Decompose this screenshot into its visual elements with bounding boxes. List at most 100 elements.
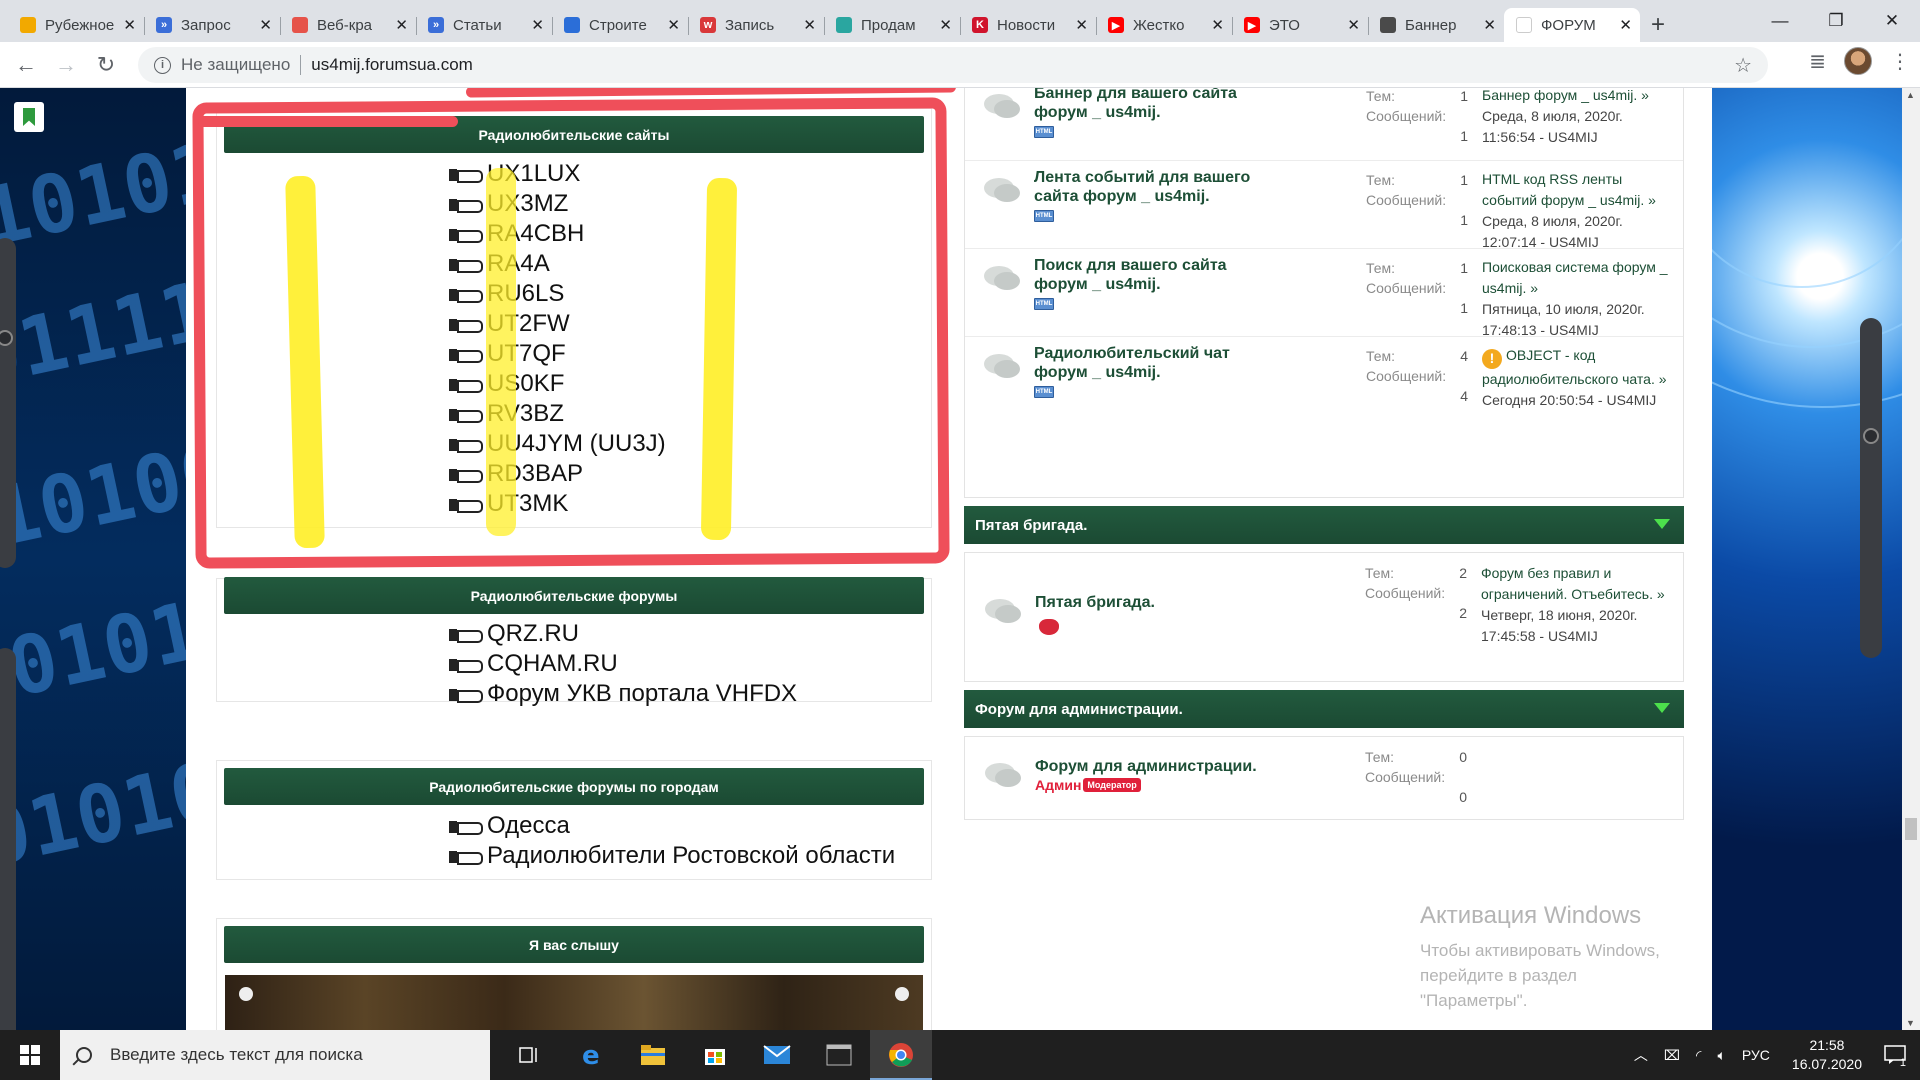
background-digits: 10101	[0, 123, 186, 266]
reading-list-icon[interactable]: ≣	[1809, 49, 1826, 74]
store-icon[interactable]	[684, 1030, 746, 1080]
collapse-triangle-icon[interactable]	[1654, 519, 1670, 529]
link-text[interactable]: Форум УКВ портала VHFDX	[487, 680, 797, 708]
browser-tab[interactable]: Веб-кра ✕	[280, 8, 416, 42]
security-label: Не защищено	[181, 55, 291, 74]
chrome-icon[interactable]	[870, 1030, 932, 1080]
menu-dots-icon[interactable]: ⋮	[1890, 49, 1910, 74]
wifi-icon[interactable]: ◜	[1696, 1047, 1701, 1064]
browser-tab[interactable]: Баннер ✕	[1368, 8, 1504, 42]
admin-label[interactable]: Админ Модератор	[1035, 777, 1141, 793]
start-button[interactable]	[0, 1030, 60, 1080]
block-city-forums: Радиолюбительские форумы по городам Одес…	[216, 760, 932, 880]
right-edge-handle[interactable]	[1860, 318, 1882, 658]
notification-icon[interactable]: 1	[1884, 1044, 1912, 1069]
tab-close-icon[interactable]: ✕	[939, 16, 952, 34]
page-scrollbar[interactable]: ▲ ▼	[1902, 88, 1920, 1030]
forum-title-link[interactable]: Форум для администрации.	[1035, 757, 1335, 776]
taskbar: Введите здесь текст для поиска e ︿ ⌧ ◜ 🔈…	[0, 1030, 1920, 1080]
mail-icon[interactable]	[746, 1030, 808, 1080]
browser-tab[interactable]: ФОРУМ ✕	[1504, 8, 1640, 42]
browser-tab[interactable]: w Запись ✕	[688, 8, 824, 42]
link-text[interactable]: CQHAM.RU	[487, 650, 618, 678]
new-tab-button[interactable]: +	[1640, 8, 1676, 42]
tab-title: Запрос	[181, 16, 231, 34]
qsl-image[interactable]	[225, 975, 923, 1030]
bookmark-star-icon[interactable]: ☆	[1734, 53, 1752, 78]
tab-close-icon[interactable]: ✕	[803, 16, 816, 34]
collapse-triangle-icon[interactable]	[1654, 703, 1670, 713]
system-tray: ︿ ⌧ ◜ 🔈︎ РУС 21:58 16.07.2020 1	[1626, 1030, 1920, 1080]
yellow-annotation-stroke	[486, 168, 516, 536]
last-post-link[interactable]: Форум без правил и ограничений. Отъебите…	[1481, 563, 1671, 605]
pointing-hand-icon	[449, 817, 483, 835]
url-text[interactable]: us4mij.forumsua.com	[311, 55, 473, 75]
volume-icon[interactable]: 🔈︎	[1717, 1047, 1725, 1064]
list-item[interactable]: Радиолюбители Ростовской области	[449, 841, 895, 871]
file-explorer-icon[interactable]	[622, 1030, 684, 1080]
scroll-down-icon[interactable]: ▼	[1906, 1018, 1915, 1028]
left-edge-handle[interactable]	[0, 238, 16, 568]
taskbar-search[interactable]: Введите здесь текст для поиска	[60, 1030, 490, 1080]
scroll-up-icon[interactable]: ▲	[1906, 90, 1915, 100]
tab-close-icon[interactable]: ✕	[667, 16, 680, 34]
tab-close-icon[interactable]: ✕	[1075, 16, 1088, 34]
browser-tab[interactable]: Продам ✕	[824, 8, 960, 42]
maximize-button[interactable]: ❐	[1808, 0, 1864, 42]
browser-tab[interactable]: ▶ Жестко ✕	[1096, 8, 1232, 42]
tab-close-icon[interactable]: ✕	[395, 16, 408, 34]
list-item[interactable]: QRZ.RU	[449, 619, 797, 649]
pointing-hand-icon	[449, 847, 483, 865]
left-edge-handle-lower[interactable]	[0, 648, 16, 1030]
list-item[interactable]: Одесса	[449, 811, 895, 841]
network-disabled-icon[interactable]: ⌧	[1664, 1047, 1680, 1064]
handle-knob-icon	[0, 330, 13, 346]
close-window-button[interactable]: ✕	[1864, 0, 1920, 42]
info-icon[interactable]: i	[154, 56, 171, 74]
clock[interactable]: 21:58 16.07.2020	[1792, 1036, 1862, 1074]
tab-title: Строите	[589, 16, 647, 34]
reload-button[interactable]: ↻	[86, 45, 126, 85]
browser-tab[interactable]: » Статьи ✕	[416, 8, 552, 42]
terminal-icon[interactable]	[808, 1030, 870, 1080]
browser-tab[interactable]: » Запрос ✕	[144, 8, 280, 42]
list-item[interactable]: Форум УКВ портала VHFDX	[449, 679, 797, 709]
tab-favicon-icon	[1516, 17, 1532, 33]
minimize-button[interactable]: —	[1752, 0, 1808, 42]
edge-icon[interactable]: e	[560, 1030, 622, 1080]
browser-tab[interactable]: Строите ✕	[552, 8, 688, 42]
tab-close-icon[interactable]: ✕	[259, 16, 272, 34]
category-header[interactable]: Форум для администрации.	[964, 690, 1684, 728]
scrollbar-thumb[interactable]	[1905, 818, 1917, 840]
forum-box-border	[964, 88, 1684, 498]
tab-close-icon[interactable]: ✕	[1347, 16, 1360, 34]
browser-tab[interactable]: ▶ ЭТО ✕	[1232, 8, 1368, 42]
link-text[interactable]: Радиолюбители Ростовской области	[487, 842, 895, 870]
link-text[interactable]: QRZ.RU	[487, 620, 579, 648]
back-button[interactable]: ←	[6, 45, 46, 85]
browser-tab[interactable]: K Новости ✕	[960, 8, 1096, 42]
tab-close-icon[interactable]: ✕	[531, 16, 544, 34]
tray-chevron-icon[interactable]: ︿	[1634, 1045, 1648, 1065]
last-post: Форум без правил и ограничений. Отъебите…	[1481, 563, 1671, 647]
forward-button[interactable]: →	[46, 45, 86, 85]
tab-close-icon[interactable]: ✕	[1619, 16, 1632, 34]
browser-tab[interactable]: Рубежное ✕	[8, 8, 144, 42]
bookmark-flag-icon[interactable]	[14, 102, 44, 132]
category-header[interactable]: Пятая бригада.	[964, 506, 1684, 544]
link-text[interactable]: Одесса	[487, 812, 570, 840]
clock-date: 16.07.2020	[1791, 1056, 1862, 1072]
avatar[interactable]	[1844, 47, 1872, 75]
tab-close-icon[interactable]: ✕	[1483, 16, 1496, 34]
toolbar-right: ≣ ⋮	[1809, 47, 1910, 75]
search-icon	[76, 1047, 92, 1063]
list-item[interactable]: CQHAM.RU	[449, 649, 797, 679]
task-view-icon[interactable]	[498, 1030, 560, 1080]
address-bar[interactable]: i Не защищено us4mij.forumsua.com ☆	[138, 47, 1768, 83]
tab-close-icon[interactable]: ✕	[1211, 16, 1224, 34]
language-indicator[interactable]: РУС	[1742, 1047, 1770, 1063]
tab-close-icon[interactable]: ✕	[123, 16, 136, 34]
category-title: Пятая бригада.	[975, 516, 1088, 534]
forum-title-link[interactable]: Пятая бригада.	[1035, 593, 1335, 612]
windows-logo-icon	[20, 1045, 40, 1065]
